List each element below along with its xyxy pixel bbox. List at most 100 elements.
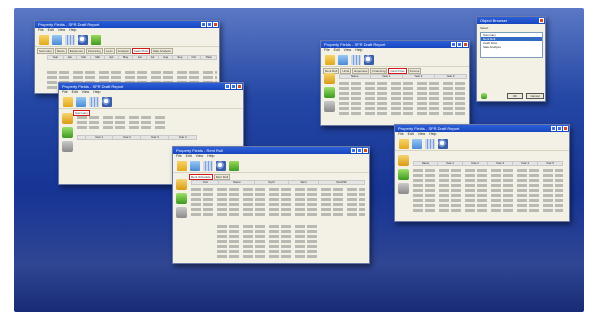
minimize-button[interactable] <box>551 126 556 131</box>
menu-help[interactable]: Help <box>355 48 362 53</box>
object-browser-dialog[interactable]: Object Browser Select Summary Rent Roll … <box>476 16 546 102</box>
minimize-button[interactable] <box>351 148 356 153</box>
table-row[interactable] <box>217 225 317 228</box>
leaf-icon[interactable] <box>398 169 409 180</box>
menu-view[interactable]: View <box>82 90 90 95</box>
table-row[interactable] <box>191 188 365 191</box>
table-row[interactable] <box>217 235 317 238</box>
table-row[interactable] <box>191 193 365 196</box>
window-title-bar[interactable]: Property Fields - Rent Roll <box>173 147 369 154</box>
menu-file[interactable]: File <box>62 90 68 95</box>
dialog-list[interactable]: Summary Rent Roll Cash Flow Sale Analysi… <box>480 32 543 58</box>
magnifier-icon[interactable] <box>102 96 112 107</box>
chart-icon[interactable] <box>412 138 422 149</box>
chart-icon[interactable] <box>338 54 348 65</box>
table-row[interactable] <box>339 102 467 105</box>
table-row[interactable] <box>47 71 217 74</box>
tab-cash-flow[interactable]: Cash Flow <box>131 48 150 54</box>
maximize-button[interactable] <box>357 148 362 153</box>
grid-icon[interactable] <box>89 96 99 107</box>
chart-icon[interactable] <box>190 160 200 171</box>
list-item[interactable]: Sale Analysis <box>481 45 542 49</box>
chart-icon[interactable] <box>52 34 62 45</box>
menu-help[interactable]: Help <box>93 90 100 95</box>
leaf-icon[interactable] <box>62 127 73 138</box>
table-row[interactable] <box>191 198 365 201</box>
ok-button[interactable]: OK <box>507 93 523 99</box>
table-row[interactable] <box>47 76 217 79</box>
grid-icon[interactable] <box>351 54 361 65</box>
open-folder-icon[interactable] <box>177 160 187 171</box>
dialog-title-bar[interactable]: Object Browser <box>477 17 545 24</box>
folder-icon[interactable] <box>398 155 409 166</box>
column-header[interactable]: Feb <box>76 55 92 60</box>
table-row[interactable] <box>191 208 365 211</box>
menu-view[interactable]: View <box>344 48 352 53</box>
magnifier-icon[interactable] <box>216 160 226 171</box>
grid-icon[interactable] <box>425 138 435 149</box>
column-header[interactable]: Mar <box>90 55 106 60</box>
menu-edit[interactable]: Edit <box>334 48 340 53</box>
menu-edit[interactable]: Edit <box>408 132 414 137</box>
tab-analysis[interactable]: Analysis <box>115 48 131 54</box>
table-row[interactable] <box>217 245 317 248</box>
leaf-icon[interactable] <box>229 160 239 171</box>
column-header[interactable]: Apr <box>104 55 119 60</box>
window-title-bar[interactable]: Property Fields - SFR Draft Report <box>35 21 219 28</box>
open-folder-icon[interactable] <box>325 54 335 65</box>
close-button[interactable] <box>237 84 242 89</box>
minimize-button[interactable] <box>451 42 456 47</box>
folder-icon[interactable] <box>62 113 73 124</box>
table-row[interactable] <box>339 82 467 85</box>
open-folder-icon[interactable] <box>39 34 49 45</box>
tab-rents[interactable]: Rents <box>54 48 67 54</box>
tab-loan[interactable]: Loan <box>103 48 115 54</box>
leaf-icon[interactable] <box>176 193 187 204</box>
folder-icon[interactable] <box>176 179 187 190</box>
column-header[interactable]: Total <box>199 55 218 60</box>
maximize-button[interactable] <box>557 126 562 131</box>
table-row[interactable] <box>217 240 317 243</box>
table-row[interactable] <box>217 250 317 253</box>
leaf-icon[interactable] <box>91 34 101 45</box>
field-row[interactable] <box>77 116 167 119</box>
table-row[interactable] <box>339 107 467 110</box>
column-header[interactable]: Jun <box>132 55 147 60</box>
column-header[interactable]: Name <box>218 180 256 185</box>
menu-file[interactable]: File <box>176 154 182 159</box>
column-header[interactable]: Year 2 <box>401 74 435 79</box>
column-header[interactable]: Year 4 <box>511 161 538 166</box>
gear-icon[interactable] <box>324 101 335 112</box>
minimize-button[interactable] <box>201 22 206 27</box>
column-header[interactable]: Rent <box>287 180 320 185</box>
table-row[interactable] <box>413 184 563 187</box>
column-header[interactable]: Year <box>47 55 64 60</box>
table-row[interactable] <box>339 97 467 100</box>
chart-icon[interactable] <box>76 96 86 107</box>
column-header[interactable]: Unit <box>190 180 220 185</box>
menu-edit[interactable]: Edit <box>72 90 78 95</box>
table-row[interactable] <box>191 213 365 216</box>
table-row[interactable] <box>413 179 563 182</box>
menu-view[interactable]: View <box>418 132 426 137</box>
column-header[interactable]: Year 2 <box>461 161 488 166</box>
field-row[interactable] <box>77 121 167 124</box>
minimize-button[interactable] <box>225 84 230 89</box>
column-header[interactable]: Year 3 <box>433 74 468 79</box>
magnifier-icon[interactable] <box>78 34 88 45</box>
menu-help[interactable]: Help <box>207 154 214 159</box>
table-row[interactable] <box>413 204 563 207</box>
open-folder-icon[interactable] <box>63 96 73 107</box>
column-header[interactable]: Year 1 <box>84 135 114 140</box>
column-header[interactable]: Year 5 <box>536 161 564 166</box>
menu-view[interactable]: View <box>58 28 66 33</box>
window-title-bar[interactable]: Property Fields - SFR Draft Report <box>395 125 569 132</box>
column-header[interactable]: Aug <box>157 55 174 60</box>
menu-view[interactable]: View <box>196 154 204 159</box>
tab-expenses[interactable]: Expenses <box>67 48 85 54</box>
column-header[interactable]: Jul <box>146 55 159 60</box>
column-header[interactable]: Jan <box>62 55 78 60</box>
table-row[interactable] <box>413 174 563 177</box>
maximize-button[interactable] <box>231 84 236 89</box>
menu-file[interactable]: File <box>398 132 404 137</box>
